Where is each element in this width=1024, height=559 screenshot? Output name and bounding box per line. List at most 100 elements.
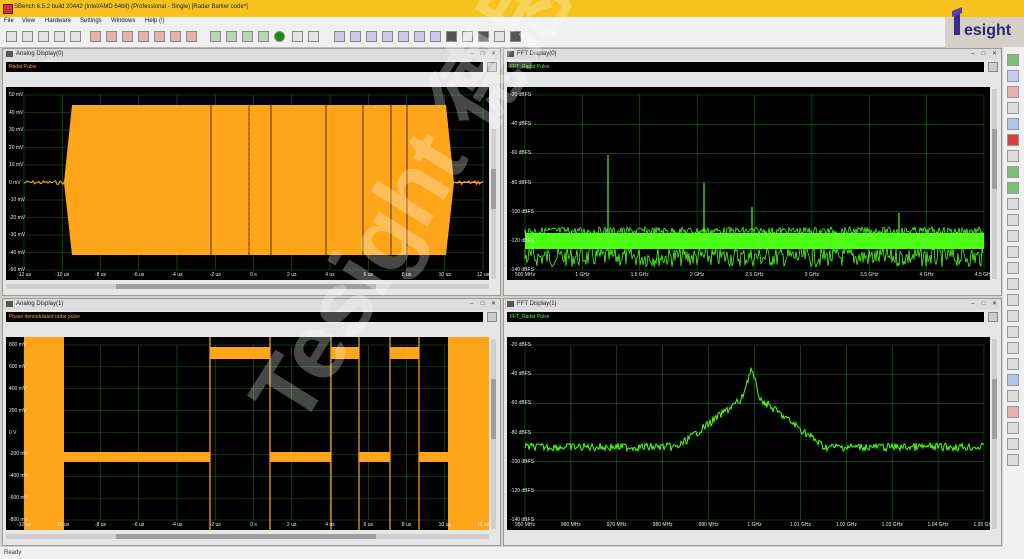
channel-settings-button[interactable] <box>487 312 497 322</box>
marker-icon[interactable] <box>1007 134 1019 146</box>
stop-icon[interactable] <box>54 31 65 42</box>
zoom-icon[interactable] <box>1007 246 1019 258</box>
y-tick-label: -80 dBFS <box>510 429 532 436</box>
maximize-icon[interactable]: □ <box>478 51 487 58</box>
display-icon[interactable] <box>382 31 393 42</box>
scroll-thumb[interactable] <box>491 379 496 439</box>
zoom-icon[interactable] <box>1007 326 1019 338</box>
scroll-thumb[interactable] <box>491 169 496 209</box>
zoom-icon[interactable] <box>1007 262 1019 274</box>
close-icon[interactable]: ✕ <box>990 301 999 308</box>
waveform-plot[interactable]: -12 us -10 us -8 us -6 us -4 us -2 us 0 s2 us 4… <box>6 337 489 530</box>
close-icon[interactable]: ✕ <box>990 51 999 58</box>
menu-windows[interactable]: Windows <box>111 18 135 24</box>
tool-icon[interactable] <box>1007 374 1019 386</box>
maximize-icon[interactable]: □ <box>979 51 988 58</box>
display-icon[interactable] <box>1007 86 1019 98</box>
tool-icon[interactable] <box>1007 166 1019 178</box>
scroll-thumb[interactable] <box>116 284 376 289</box>
export-icon[interactable] <box>226 31 237 42</box>
display-icon[interactable] <box>430 31 441 42</box>
zoom-icon[interactable] <box>1007 294 1019 306</box>
waveform-plot[interactable]: -12 us -10 us -8 us -6 us -4 us -2 us 0 s2 us 4… <box>6 87 489 280</box>
display-icon[interactable] <box>1007 118 1019 130</box>
maximize-icon[interactable]: □ <box>478 301 487 308</box>
vertical-scrollbar[interactable] <box>992 89 997 279</box>
layout-icon[interactable] <box>510 31 521 42</box>
layout-icon[interactable] <box>494 31 505 42</box>
export-icon[interactable] <box>210 31 221 42</box>
grid-icon[interactable] <box>478 31 489 42</box>
tool-icon[interactable] <box>1007 406 1019 418</box>
scroll-thumb[interactable] <box>116 534 376 539</box>
channel-settings-button[interactable] <box>988 312 998 322</box>
tool-icon[interactable] <box>1007 182 1019 194</box>
channel-icon[interactable] <box>170 31 181 42</box>
x-tick-label: 1.04 GHz <box>927 522 949 528</box>
tool-icon[interactable] <box>1007 214 1019 226</box>
vertical-scrollbar[interactable] <box>992 339 997 529</box>
next-icon[interactable] <box>38 31 49 42</box>
save-icon[interactable] <box>258 31 269 42</box>
close-icon[interactable]: ✕ <box>489 301 498 308</box>
tool-icon[interactable] <box>1007 342 1019 354</box>
display-icon[interactable] <box>398 31 409 42</box>
horizontal-scrollbar[interactable] <box>6 284 489 289</box>
maximize-icon[interactable]: □ <box>979 301 988 308</box>
channel-settings-button[interactable] <box>988 62 998 72</box>
scroll-thumb[interactable] <box>992 129 997 189</box>
tool-icon[interactable] <box>1007 390 1019 402</box>
display-icon[interactable] <box>334 31 345 42</box>
doc-icon[interactable] <box>308 31 319 42</box>
minimize-icon[interactable]: – <box>467 301 476 308</box>
doc-icon[interactable] <box>292 31 303 42</box>
display-icon[interactable] <box>350 31 361 42</box>
display-icon[interactable] <box>366 31 377 42</box>
channel-icon[interactable] <box>154 31 165 42</box>
close-icon[interactable]: ✕ <box>489 51 498 58</box>
channel-icon[interactable] <box>122 31 133 42</box>
channel-icon[interactable] <box>90 31 101 42</box>
gear-icon[interactable] <box>274 31 285 42</box>
zoom-icon[interactable] <box>1007 278 1019 290</box>
menu-settings[interactable]: Settings <box>80 18 102 24</box>
spectrum-plot[interactable]: 500 MHz 1 GHz 1.5 GHz 2 GHz 2.5 GHz 3 GHz 3.5 … <box>507 87 990 280</box>
list-icon[interactable] <box>70 31 81 42</box>
tool-icon[interactable] <box>1007 438 1019 450</box>
minimize-icon[interactable]: – <box>968 301 977 308</box>
display-icon[interactable] <box>1007 70 1019 82</box>
minimize-icon[interactable]: – <box>968 51 977 58</box>
tool-icon[interactable] <box>1007 150 1019 162</box>
zoom-icon[interactable] <box>1007 230 1019 242</box>
tool-icon[interactable] <box>1007 422 1019 434</box>
menu-hardware[interactable]: Hardware <box>45 18 71 24</box>
display-icon[interactable] <box>1007 54 1019 66</box>
grid-icon[interactable] <box>446 31 457 42</box>
spectrum-plot[interactable]: 950 MHz 960 MHz 970 MHz 980 MHz 990 MHz 1 GHz… <box>507 337 990 530</box>
horizontal-scrollbar[interactable] <box>6 534 489 539</box>
first-icon[interactable] <box>6 31 17 42</box>
menu-view[interactable]: View <box>22 18 35 24</box>
channel-icon[interactable] <box>106 31 117 42</box>
channel-settings-button[interactable] <box>487 62 497 72</box>
menu-file[interactable]: File <box>4 18 14 24</box>
scroll-thumb[interactable] <box>992 379 997 439</box>
tool-icon[interactable] <box>1007 198 1019 210</box>
tool-icon[interactable] <box>1007 358 1019 370</box>
zoom-icon[interactable] <box>1007 310 1019 322</box>
menu-help[interactable]: Help (!) <box>145 18 165 24</box>
y-tick-label: -40 dBFS <box>510 371 532 378</box>
export-icon[interactable] <box>242 31 253 42</box>
channel-icon[interactable] <box>186 31 197 42</box>
x-tick-label: 0 s <box>250 272 257 278</box>
display-icon[interactable] <box>414 31 425 42</box>
channel-icon[interactable] <box>138 31 149 42</box>
minimize-icon[interactable]: – <box>467 51 476 58</box>
phase-region <box>24 337 64 530</box>
tool-icon[interactable] <box>1007 454 1019 466</box>
display-icon[interactable] <box>1007 102 1019 114</box>
close-icon[interactable] <box>462 31 473 42</box>
vertical-scrollbar[interactable] <box>491 339 496 529</box>
prev-icon[interactable] <box>22 31 33 42</box>
vertical-scrollbar[interactable] <box>491 129 496 279</box>
